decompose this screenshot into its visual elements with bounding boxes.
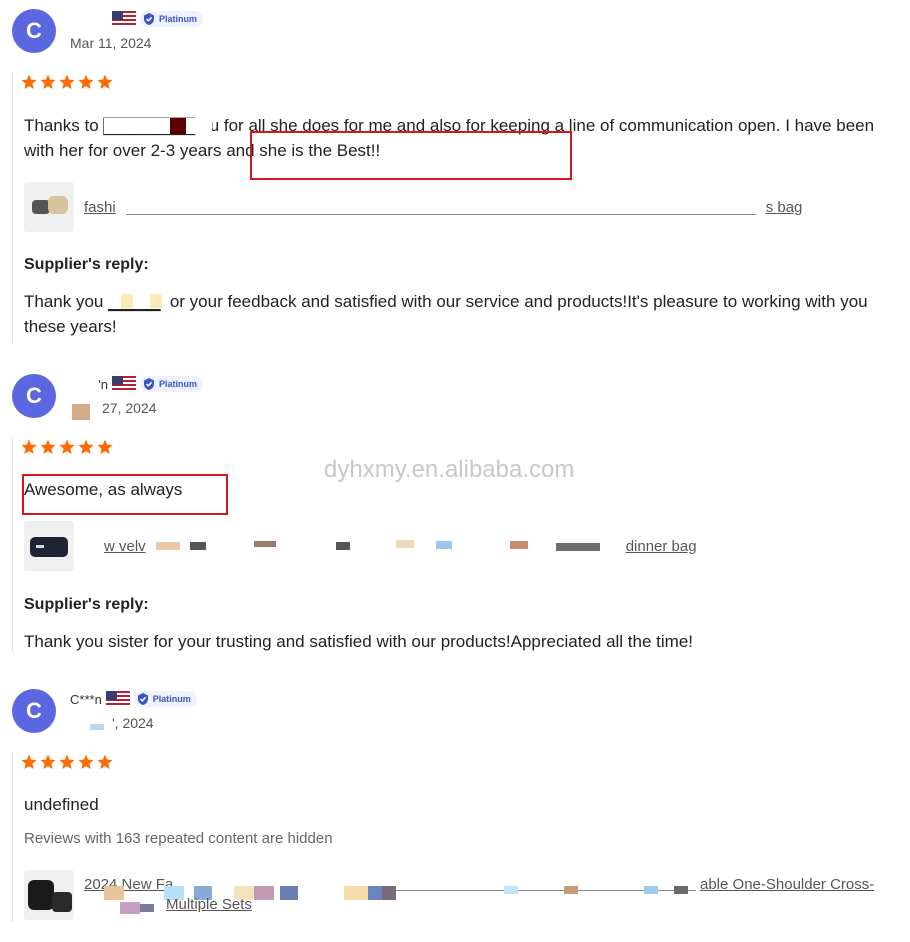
- verified-icon: [137, 693, 148, 705]
- badge-label: Platinum: [152, 694, 191, 704]
- product-link[interactable]: 2024 New Fa: [84, 876, 173, 893]
- divider: [12, 752, 13, 922]
- star-icon: [97, 439, 113, 454]
- redacted-block: [121, 294, 133, 308]
- product-thumbnail[interactable]: [24, 870, 74, 920]
- redacted-block: [150, 294, 162, 308]
- username: C***n: [70, 691, 102, 707]
- hidden-reviews-note: Reviews with 163 repeated content are hi…: [24, 830, 333, 847]
- avatar: C: [12, 374, 56, 418]
- platinum-badge: Platinum: [140, 376, 204, 392]
- avatar: C: [12, 9, 56, 53]
- watermark: dyhxmy.en.alibaba.com: [324, 456, 575, 483]
- product-link[interactable]: fashi: [84, 199, 116, 216]
- product-thumbnail[interactable]: [24, 521, 74, 571]
- us-flag-icon: [112, 11, 136, 27]
- product-row[interactable]: fashi s bag: [24, 182, 802, 232]
- supplier-reply-title: Supplier's reply:: [24, 256, 149, 273]
- highlight-box: [250, 131, 572, 180]
- avatar: C: [12, 689, 56, 733]
- star-icon: [59, 74, 75, 89]
- verified-icon: [144, 378, 154, 390]
- star-icon: [59, 754, 75, 769]
- product-link-tail[interactable]: dinner bag: [626, 538, 697, 555]
- star-rating: [21, 439, 113, 455]
- highlight-box: [22, 474, 228, 515]
- supplier-reply-text: Thank you sister for your trusting and s…: [24, 632, 693, 651]
- redacted-block: [90, 724, 104, 730]
- star-icon: [40, 74, 56, 89]
- redacted-block: [104, 118, 170, 134]
- redacted-link: [155, 537, 616, 555]
- badge-label: Platinum: [159, 14, 198, 24]
- star-icon: [78, 754, 94, 769]
- user-line: Platinum: [70, 11, 204, 27]
- product-link-line2[interactable]: Multiple Sets: [166, 896, 252, 913]
- product-link-tail[interactable]: s bag: [766, 199, 803, 216]
- star-icon: [40, 439, 56, 454]
- star-icon: [59, 439, 75, 454]
- divider: [12, 72, 13, 342]
- product-thumbnail[interactable]: [24, 182, 74, 232]
- review-date: 27, 2024: [102, 400, 157, 416]
- redacted-link: [125, 213, 756, 215]
- star-icon: [97, 74, 113, 89]
- divider: [12, 437, 13, 653]
- product-row[interactable]: w velv dinner bag: [24, 521, 697, 571]
- star-icon: [78, 439, 94, 454]
- username: 'n: [98, 376, 108, 392]
- user-line: C***n Platinum: [70, 691, 197, 707]
- star-rating: [21, 754, 113, 770]
- product-link-tail[interactable]: able One-Shoulder Cross-: [700, 876, 874, 893]
- star-icon: [21, 74, 37, 89]
- review-text: undefined: [24, 795, 99, 814]
- verified-icon: [144, 13, 154, 25]
- us-flag-icon: [112, 376, 136, 392]
- badge-label: Platinum: [159, 379, 198, 389]
- supplier-reply-title: Supplier's reply:: [24, 596, 149, 613]
- user-line: 'n Platinum: [70, 376, 204, 392]
- review-date: Mar 11, 2024: [70, 35, 152, 51]
- star-icon: [78, 74, 94, 89]
- star-icon: [40, 754, 56, 769]
- star-icon: [21, 439, 37, 454]
- product-link[interactable]: w velv: [104, 538, 146, 555]
- us-flag-icon: [105, 691, 130, 707]
- redacted-block: [72, 404, 90, 420]
- star-rating: [21, 74, 113, 90]
- review-date: ', 2024: [112, 715, 154, 731]
- redacted-block: [170, 118, 186, 134]
- star-icon: [21, 754, 37, 769]
- platinum-badge: Platinum: [133, 691, 197, 707]
- star-icon: [97, 754, 113, 769]
- redacted-block: [186, 118, 212, 134]
- platinum-badge: Platinum: [140, 11, 204, 27]
- product-row[interactable]: 2024 New Fa able One-Shoulder Cross- Mul…: [24, 870, 904, 920]
